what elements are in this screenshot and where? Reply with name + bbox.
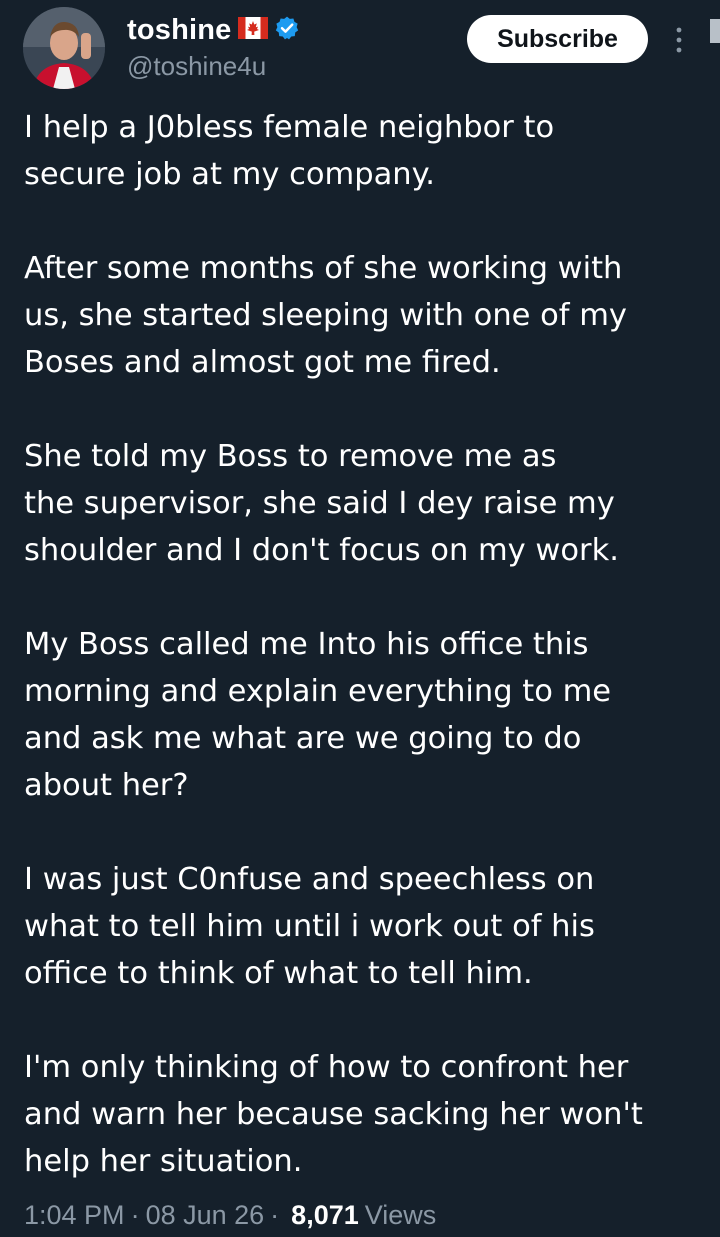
meta-separator: · xyxy=(130,1199,140,1230)
canada-flag-icon xyxy=(237,17,268,43)
views-label: Views xyxy=(364,1199,437,1230)
tweet-header: toshine @toshine4u Subscribe xyxy=(0,0,720,100)
subscribe-button[interactable]: Subscribe xyxy=(467,15,648,63)
tweet-paragraph: She told my Boss to remove me as the sup… xyxy=(24,439,619,568)
avatar[interactable] xyxy=(23,7,105,89)
views-count[interactable]: 8,071 xyxy=(291,1200,359,1231)
author-handle[interactable]: @toshine4u xyxy=(127,51,266,82)
tweet-meta: 1:04 PM · 08 Jun 26 · 8,071 Views xyxy=(24,1197,436,1233)
tweet-paragraph: I'm only thinking of how to confront her… xyxy=(24,1050,643,1179)
more-vertical-icon[interactable] xyxy=(672,24,686,56)
tweet-time[interactable]: 1:04 PM xyxy=(24,1200,125,1231)
tweet-paragraph: After some months of she working with us… xyxy=(24,251,627,380)
author-name-row: toshine xyxy=(127,12,300,48)
meta-separator: · xyxy=(270,1199,280,1230)
verified-badge-icon xyxy=(274,15,300,45)
tweet-date[interactable]: 08 Jun 26 xyxy=(146,1200,265,1231)
tweet-paragraph: I was just C0nfuse and speechless on wha… xyxy=(24,862,595,991)
avatar-image xyxy=(23,7,105,89)
author-display-name[interactable]: toshine xyxy=(127,14,232,47)
tweet-paragraph: I help a J0bless female neighbor to secu… xyxy=(24,110,555,192)
tweet-body: I help a J0bless female neighbor to secu… xyxy=(24,104,700,1185)
tweet-paragraph: My Boss called me Into his office this m… xyxy=(24,627,612,803)
scroll-edge-indicator xyxy=(710,19,720,43)
